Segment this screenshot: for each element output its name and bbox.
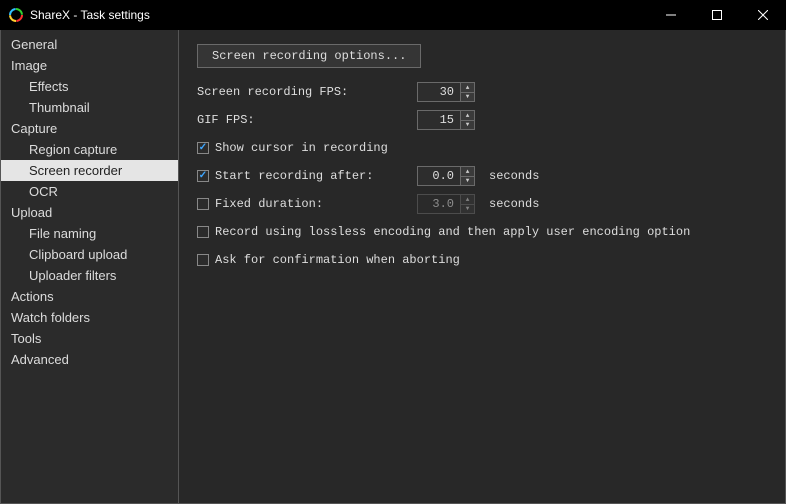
spin-down-icon: ▼ (461, 205, 474, 214)
sidebar-item-capture[interactable]: Capture (1, 118, 178, 139)
start-after-label: Start recording after: (215, 169, 373, 183)
spin-down-icon[interactable]: ▼ (461, 177, 474, 186)
fixed-duration-checkbox[interactable] (197, 198, 209, 210)
spin-up-icon: ▲ (461, 195, 474, 205)
minimize-button[interactable] (648, 0, 694, 30)
sidebar-item-screen-recorder[interactable]: Screen recorder (1, 160, 178, 181)
sidebar-item-file-naming[interactable]: File naming (1, 223, 178, 244)
fixed-duration-value: 3.0 (418, 195, 460, 213)
sidebar-item-actions[interactable]: Actions (1, 286, 178, 307)
fixed-duration-unit: seconds (489, 197, 539, 211)
gif-fps-label: GIF FPS: (197, 113, 417, 127)
sidebar-item-watch-folders[interactable]: Watch folders (1, 307, 178, 328)
spin-up-icon[interactable]: ▲ (461, 111, 474, 121)
spin-down-icon[interactable]: ▼ (461, 121, 474, 130)
show-cursor-label: Show cursor in recording (215, 141, 388, 155)
spin-up-icon[interactable]: ▲ (461, 83, 474, 93)
sidebar-item-advanced[interactable]: Advanced (1, 349, 178, 370)
content-panel: Screen recording options... Screen recor… (179, 30, 785, 503)
sidebar-item-uploader-filters[interactable]: Uploader filters (1, 265, 178, 286)
fps-value[interactable]: 30 (418, 83, 460, 101)
screen-recording-options-button[interactable]: Screen recording options... (197, 44, 421, 68)
start-after-unit: seconds (489, 169, 539, 183)
show-cursor-checkbox[interactable] (197, 142, 209, 154)
close-button[interactable] (740, 0, 786, 30)
window-controls (648, 0, 786, 30)
gif-fps-spinner[interactable]: 15 ▲ ▼ (417, 110, 475, 130)
fixed-duration-spinner: 3.0 ▲ ▼ (417, 194, 475, 214)
lossless-checkbox[interactable] (197, 226, 209, 238)
sidebar-item-thumbnail[interactable]: Thumbnail (1, 97, 178, 118)
start-after-spinner[interactable]: 0.0 ▲ ▼ (417, 166, 475, 186)
sidebar-item-image[interactable]: Image (1, 55, 178, 76)
gif-fps-value[interactable]: 15 (418, 111, 460, 129)
start-after-checkbox[interactable] (197, 170, 209, 182)
sidebar: GeneralImageEffectsThumbnailCaptureRegio… (1, 30, 179, 503)
fps-label: Screen recording FPS: (197, 85, 417, 99)
spin-up-icon[interactable]: ▲ (461, 167, 474, 177)
maximize-button[interactable] (694, 0, 740, 30)
sidebar-item-upload[interactable]: Upload (1, 202, 178, 223)
spin-down-icon[interactable]: ▼ (461, 93, 474, 102)
sidebar-item-ocr[interactable]: OCR (1, 181, 178, 202)
sidebar-item-tools[interactable]: Tools (1, 328, 178, 349)
sidebar-item-general[interactable]: General (1, 34, 178, 55)
confirm-abort-checkbox[interactable] (197, 254, 209, 266)
fixed-duration-label: Fixed duration: (215, 197, 323, 211)
sidebar-item-region-capture[interactable]: Region capture (1, 139, 178, 160)
titlebar[interactable]: ShareX - Task settings (0, 0, 786, 30)
sharex-icon (8, 7, 24, 23)
sidebar-item-effects[interactable]: Effects (1, 76, 178, 97)
sidebar-item-clipboard-upload[interactable]: Clipboard upload (1, 244, 178, 265)
window-title: ShareX - Task settings (30, 8, 150, 22)
lossless-label: Record using lossless encoding and then … (215, 225, 690, 239)
confirm-abort-label: Ask for confirmation when aborting (215, 253, 460, 267)
start-after-value[interactable]: 0.0 (418, 167, 460, 185)
fps-spinner[interactable]: 30 ▲ ▼ (417, 82, 475, 102)
